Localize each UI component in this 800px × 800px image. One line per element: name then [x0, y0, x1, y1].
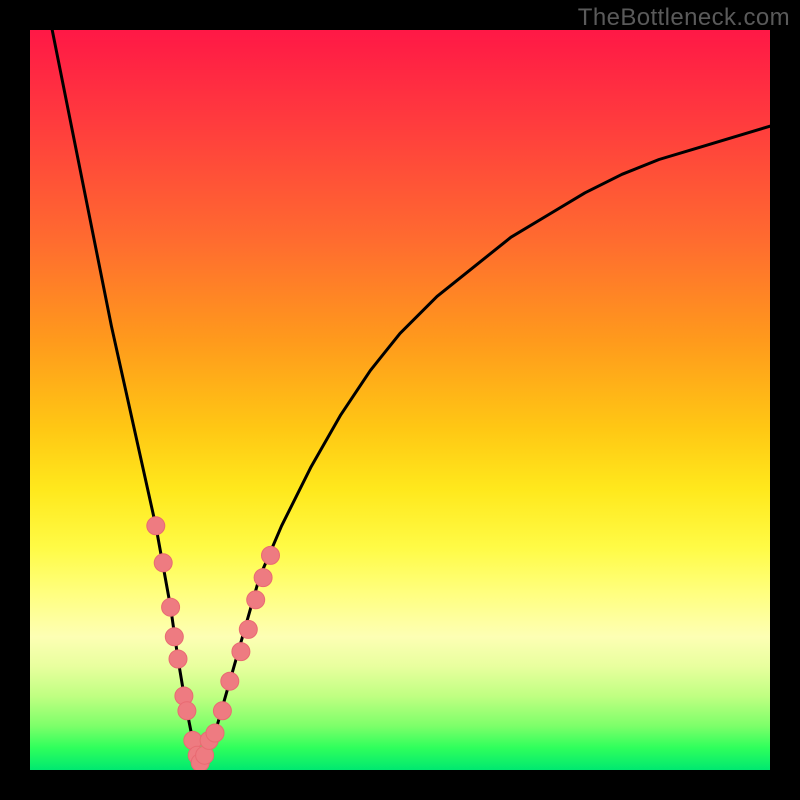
data-marker: [154, 554, 172, 572]
plot-area: [30, 30, 770, 770]
data-marker: [178, 702, 196, 720]
bottleneck-curve: [52, 30, 770, 763]
data-marker: [232, 643, 250, 661]
watermark-label: TheBottleneck.com: [578, 4, 790, 32]
data-marker: [247, 591, 265, 609]
data-marker: [262, 546, 280, 564]
data-marker: [165, 628, 183, 646]
data-marker: [206, 724, 224, 742]
data-marker: [162, 598, 180, 616]
data-marker: [221, 672, 239, 690]
curve-overlay-svg: [30, 30, 770, 770]
chart-frame: TheBottleneck.com: [0, 0, 800, 800]
marker-group: [147, 517, 280, 770]
data-marker: [239, 620, 257, 638]
data-marker: [169, 650, 187, 668]
data-marker: [254, 569, 272, 587]
data-marker: [213, 702, 231, 720]
data-marker: [147, 517, 165, 535]
